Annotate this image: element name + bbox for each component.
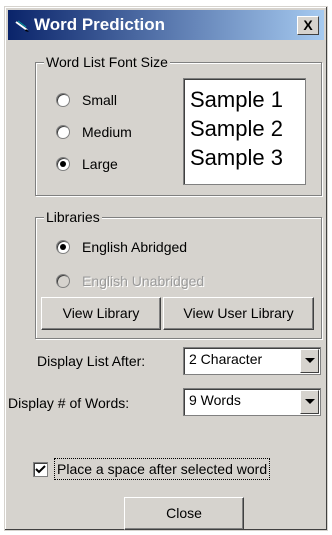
display-words-label: Display # of Words: xyxy=(8,395,130,411)
sample-text: Sample 3 xyxy=(190,145,283,170)
view-user-library-button[interactable]: View User Library xyxy=(163,297,314,330)
display-list-after-value: 2 Character xyxy=(189,351,263,367)
chevron-down-icon[interactable] xyxy=(300,349,319,373)
title-bar: Word Prediction X xyxy=(8,10,324,40)
window-title: Word Prediction xyxy=(34,15,165,34)
radio-english-unabridged-label: English Unabridged xyxy=(82,273,205,289)
pen-icon xyxy=(15,20,29,32)
radio-small[interactable]: Small xyxy=(56,92,117,108)
radio-button xyxy=(56,274,70,288)
close-icon[interactable]: X xyxy=(297,16,319,35)
sample-text: Sample 2 xyxy=(190,116,283,141)
radio-button[interactable] xyxy=(56,240,70,254)
libraries-legend: Libraries xyxy=(44,208,102,226)
radio-english-unabridged: English Unabridged xyxy=(56,273,204,289)
radio-button[interactable] xyxy=(56,93,70,107)
radio-english-abridged[interactable]: English Abridged xyxy=(56,239,187,255)
radio-large-label: Large xyxy=(82,156,118,172)
sample-text: Sample 1 xyxy=(190,87,283,112)
radio-large[interactable]: Large xyxy=(56,156,118,172)
radio-medium[interactable]: Medium xyxy=(56,124,132,140)
display-words-select[interactable]: 9 Words xyxy=(183,388,321,416)
close-button[interactable]: Close xyxy=(124,497,244,530)
radio-button[interactable] xyxy=(56,157,70,171)
chevron-down-icon[interactable] xyxy=(300,390,319,414)
display-words-value: 9 Words xyxy=(189,392,241,408)
radio-medium-label: Medium xyxy=(82,124,132,140)
display-list-after-select[interactable]: 2 Character xyxy=(183,347,321,375)
radio-button[interactable] xyxy=(56,125,70,139)
space-after-label[interactable]: Place a space after selected word xyxy=(54,458,271,480)
radio-small-label: Small xyxy=(82,92,118,108)
word-prediction-dialog: Word Prediction X Word List Font Size Sm… xyxy=(4,6,328,531)
checkmark-icon xyxy=(35,465,46,474)
sample-preview: Sample 1 Sample 2 Sample 3 xyxy=(183,78,306,185)
radio-english-abridged-label: English Abridged xyxy=(82,239,188,255)
view-library-button[interactable]: View Library xyxy=(41,297,161,330)
space-after-checkbox[interactable] xyxy=(33,462,48,477)
display-list-after-label: Display List After: xyxy=(37,353,146,369)
font-size-legend: Word List Font Size xyxy=(44,53,170,71)
